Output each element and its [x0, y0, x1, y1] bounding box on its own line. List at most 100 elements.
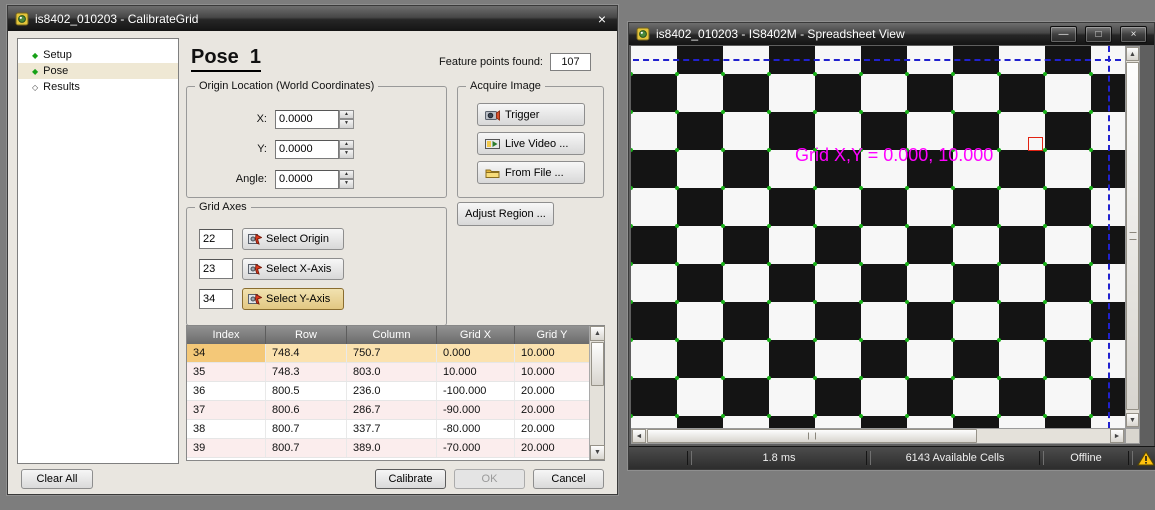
minimize-icon[interactable]: —: [1050, 26, 1077, 43]
scrollbar-thumb[interactable]: [1126, 62, 1139, 410]
origin-angle-label: Angle:: [197, 173, 267, 185]
tree-item-pose[interactable]: ◆ Pose: [18, 63, 178, 79]
x-axis-index-input[interactable]: [199, 259, 233, 279]
cell-row: 748.3: [266, 363, 347, 381]
calibration-grid-image[interactable]: Grid X,Y = 0.000, 10.000: [631, 46, 1125, 428]
clear-all-button[interactable]: Clear All: [21, 469, 93, 489]
table-row[interactable]: 37 800.6 286.7 -90.000 20.000: [187, 401, 589, 420]
button-label: Live Video ...: [505, 138, 568, 150]
select-point-icon: [248, 263, 262, 275]
origin-y-label: Y:: [197, 143, 267, 155]
calibrate-grid-window: is8402_010203 - CalibrateGrid × ◆ Setup …: [7, 5, 618, 495]
cell-index: 36: [187, 382, 266, 400]
from-file-icon: [485, 167, 500, 179]
cell-index: 35: [187, 363, 266, 381]
origin-y-input[interactable]: [275, 140, 339, 159]
scrollbar-thumb[interactable]: [591, 342, 604, 386]
scroll-up-icon[interactable]: ▲: [590, 326, 605, 341]
spin-up-icon[interactable]: ▲: [339, 170, 354, 180]
origin-y-stepper: ▲ ▼: [339, 140, 354, 159]
table-row[interactable]: 35 748.3 803.0 10.000 10.000: [187, 363, 589, 382]
table-row[interactable]: 36 800.5 236.0 -100.000 20.000: [187, 382, 589, 401]
close-icon[interactable]: ×: [1120, 26, 1147, 43]
scroll-up-icon[interactable]: ▲: [1126, 47, 1139, 61]
calibration-region-right-line: [1108, 46, 1110, 428]
app-icon: [15, 12, 29, 26]
cell-index: 37: [187, 401, 266, 419]
warning-icon: [1137, 451, 1155, 466]
cell-row: 800.6: [266, 401, 347, 419]
cancel-button[interactable]: Cancel: [533, 469, 604, 489]
maximize-icon[interactable]: □: [1085, 26, 1112, 43]
tree-item-label: Pose: [43, 65, 68, 77]
tree-item-results[interactable]: ◇ Results: [18, 79, 178, 95]
status-separator: [687, 451, 692, 465]
spin-down-icon[interactable]: ▼: [339, 119, 354, 129]
cell-row: 800.7: [266, 439, 347, 457]
adjust-region-button[interactable]: Adjust Region ...: [457, 202, 554, 226]
calibration-tree: ◆ Setup ◆ Pose ◇ Results: [17, 38, 179, 464]
from-file-button[interactable]: From File ...: [477, 161, 585, 184]
select-x-axis-button[interactable]: Select X-Axis: [242, 258, 344, 280]
cell-grid-y: 10.000: [515, 344, 589, 362]
scroll-down-icon[interactable]: ▼: [1126, 413, 1139, 427]
trigger-icon: [485, 109, 500, 121]
tree-bullet-icon: ◆: [32, 67, 38, 76]
select-y-axis-button[interactable]: Select Y-Axis: [242, 288, 344, 310]
table-row[interactable]: 39 800.7 389.0 -70.000 20.000: [187, 439, 589, 458]
trigger-button[interactable]: Trigger: [477, 103, 585, 126]
tree-item-setup[interactable]: ◆ Setup: [18, 47, 178, 63]
cell-grid-x: 0.000: [437, 344, 515, 362]
column-header-column[interactable]: Column: [347, 326, 437, 344]
origin-index-input[interactable]: [199, 229, 233, 249]
cell-grid-y: 20.000: [515, 439, 589, 457]
vertical-scrollbar[interactable]: ▲ ▼: [1125, 46, 1140, 428]
calibrate-window-titlebar[interactable]: is8402_010203 - CalibrateGrid ×: [8, 6, 617, 31]
button-label: Select Origin: [266, 233, 329, 245]
spin-up-icon[interactable]: ▲: [339, 140, 354, 150]
cell-grid-x: -100.000: [437, 382, 515, 400]
spin-down-icon[interactable]: ▼: [339, 179, 354, 189]
app-icon: [636, 27, 650, 41]
spin-down-icon[interactable]: ▼: [339, 149, 354, 159]
cell-grid-x: -70.000: [437, 439, 515, 457]
cell-column: 803.0: [347, 363, 437, 381]
close-icon[interactable]: ×: [594, 11, 610, 27]
spreadsheet-window-titlebar[interactable]: is8402_010203 - IS8402M - Spreadsheet Vi…: [629, 23, 1154, 45]
scrollbar-thumb[interactable]: [647, 429, 977, 443]
scroll-left-icon[interactable]: ◄: [632, 429, 646, 443]
selected-point-marker: [1028, 137, 1043, 151]
cell-grid-x: 10.000: [437, 363, 515, 381]
feature-points-value: 107: [550, 53, 591, 71]
calibration-region-top-line: [633, 59, 1121, 61]
spin-up-icon[interactable]: ▲: [339, 110, 354, 120]
window-title: is8402_010203 - CalibrateGrid: [35, 12, 588, 26]
table-row[interactable]: 34 748.4 750.7 0.000 10.000: [187, 344, 589, 363]
table-scrollbar[interactable]: ▲ ▼: [589, 326, 604, 460]
button-label: Trigger: [505, 109, 539, 121]
live-video-button[interactable]: Live Video ...: [477, 132, 585, 155]
origin-x-stepper: ▲ ▼: [339, 110, 354, 129]
scroll-down-icon[interactable]: ▼: [590, 445, 605, 460]
warning-status[interactable]: [1136, 447, 1155, 469]
select-point-icon: [248, 293, 262, 305]
column-header-grid-y[interactable]: Grid Y: [515, 326, 589, 344]
select-origin-button[interactable]: Select Origin: [242, 228, 344, 250]
tree-item-label: Setup: [43, 49, 72, 61]
cell-grid-x: -90.000: [437, 401, 515, 419]
column-header-grid-x[interactable]: Grid X: [437, 326, 515, 344]
origin-x-input[interactable]: [275, 110, 339, 129]
scroll-right-icon[interactable]: ►: [1110, 429, 1124, 443]
live-video-icon: [485, 138, 500, 150]
origin-angle-stepper: ▲ ▼: [339, 170, 354, 189]
status-separator: [1128, 451, 1133, 465]
calibrate-button[interactable]: Calibrate: [375, 469, 446, 489]
table-row[interactable]: 38 800.7 337.7 -80.000 20.000: [187, 420, 589, 439]
column-header-row[interactable]: Row: [266, 326, 347, 344]
horizontal-scrollbar[interactable]: ◄ ►: [631, 428, 1125, 444]
column-header-index[interactable]: Index: [187, 326, 266, 344]
origin-angle-input[interactable]: [275, 170, 339, 189]
pose-heading: Pose 1: [191, 46, 261, 72]
y-axis-index-input[interactable]: [199, 289, 233, 309]
cell-index: 34: [187, 344, 266, 362]
